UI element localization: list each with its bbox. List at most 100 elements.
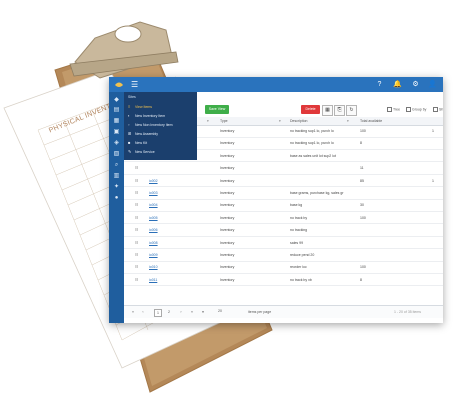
item-description: no track by xb <box>290 277 312 282</box>
item-name-link[interactable]: io002 <box>149 179 158 183</box>
table-row[interactable]: ☷ io009 Inventory reduce pend 20 <box>124 249 443 262</box>
item-name-link[interactable]: io006 <box>149 228 158 232</box>
table-row[interactable]: ☷ io006 Inventory no tracking <box>124 224 443 237</box>
menu-item-new-kit[interactable]: ■ New Kit <box>128 139 194 147</box>
table-row[interactable]: ☷ io008 Inventory sales 99 <box>124 237 443 250</box>
next-page-icon[interactable]: › <box>178 309 184 315</box>
hamburger-menu-icon[interactable]: ☰ <box>131 80 139 89</box>
item-type: Inventory <box>220 141 235 146</box>
row-menu-icon[interactable]: ☷ <box>135 278 139 282</box>
page-1-button[interactable]: 1 <box>154 309 162 317</box>
save-view-button[interactable]: Save View <box>205 105 229 114</box>
menu-item-label: New Assembly <box>135 132 158 136</box>
item-total-available: 8 <box>360 141 362 146</box>
row-menu-icon[interactable]: ☷ <box>135 241 139 245</box>
table-row[interactable]: ☷ io011 Inventory no track by xb 8 <box>124 274 443 287</box>
table-row[interactable]: ☷ io004 Inventory base kg 30 <box>124 199 443 212</box>
nav-items-icon[interactable]: ▦ <box>111 117 122 125</box>
item-type: Inventory <box>220 228 235 233</box>
row-menu-icon[interactable]: ☷ <box>135 265 139 269</box>
item-total-available: 100 <box>360 265 366 270</box>
item-name-link[interactable]: io009 <box>149 253 158 257</box>
menu-item-view-items[interactable]: ≡ View Items <box>128 103 194 111</box>
table-row[interactable]: ☷ io005 Inventory no track by 100 <box>124 212 443 225</box>
item-type: Inventory <box>220 153 235 158</box>
refresh-icon[interactable]: ↻ <box>346 105 357 116</box>
page-2-button[interactable]: 2 <box>166 309 172 315</box>
item-description: reduce pend 20 <box>290 253 315 257</box>
item-total-available: 30 <box>360 203 364 208</box>
menu-item-new-assembly[interactable]: ⊞ New Assembly <box>128 130 194 138</box>
copy-icon[interactable]: ⎘ <box>334 105 345 116</box>
item-total-available: 100 <box>360 129 366 133</box>
menu-item-new-inventory-item[interactable]: ▪ New Inventory Item <box>128 112 194 120</box>
tree-checkbox[interactable]: Tree <box>387 107 400 112</box>
cubes-icon: ▫ <box>128 122 130 127</box>
tree-label: Tree <box>393 107 401 112</box>
table-row[interactable]: ☷ io010 Inventory reorder loc 100 <box>124 261 443 274</box>
filter-icon[interactable]: ▾ <box>279 119 283 123</box>
nav-production-icon[interactable]: ◈ <box>111 139 122 147</box>
item-count: 1 - 20 of 35 items <box>394 309 422 314</box>
nav-users-icon[interactable]: ● <box>111 194 122 202</box>
filter-icon[interactable]: ▾ <box>207 119 211 123</box>
nav-search-icon[interactable]: ⌕ <box>111 161 122 169</box>
user-icon[interactable]: 👤 <box>428 80 437 89</box>
row-menu-icon[interactable]: ☷ <box>135 203 139 207</box>
column-header-type[interactable]: Type <box>220 119 228 123</box>
nav-reports-icon[interactable]: ▥ <box>111 172 122 180</box>
delete-button[interactable]: Delete <box>301 105 320 114</box>
export-excel-icon[interactable]: ▦ <box>322 105 333 116</box>
nav-shipping-icon[interactable]: ▧ <box>111 150 122 158</box>
last-page-icon[interactable]: » <box>189 309 195 315</box>
row-menu-icon[interactable]: ☷ <box>135 166 139 170</box>
app-logo-icon <box>115 82 123 87</box>
nav-sales-icon[interactable]: ▤ <box>111 106 122 114</box>
column-header-description[interactable]: Description <box>290 119 308 123</box>
top-bar: ☰ ? 🔔 ⚙ 👤 <box>109 77 443 92</box>
help-icon[interactable]: ? <box>375 80 384 89</box>
item-name-link[interactable]: io003 <box>149 191 158 195</box>
item-total-available: 11 <box>360 166 364 171</box>
item-extra-value: 1 <box>432 178 434 183</box>
item-name-link[interactable]: io004 <box>149 203 158 207</box>
menu-item-label: New Kit <box>135 141 148 145</box>
per-page-select[interactable]: 20 <box>218 309 222 313</box>
prev-page-icon[interactable]: ‹ <box>140 309 146 315</box>
row-menu-icon[interactable]: ☷ <box>135 228 139 232</box>
item-total-available: 85 <box>360 178 364 183</box>
row-menu-icon[interactable]: ☷ <box>135 253 139 257</box>
item-name-link[interactable]: io008 <box>149 241 158 245</box>
page-menu-icon[interactable]: ▾ <box>200 309 206 315</box>
item-name-link[interactable]: io011 <box>149 278 157 282</box>
nav-settings-icon[interactable]: ✦ <box>111 183 122 191</box>
row-menu-icon[interactable]: ☷ <box>135 191 139 195</box>
nav-purchases-icon[interactable]: ▣ <box>111 128 122 136</box>
row-menu-icon[interactable]: ☷ <box>135 216 139 220</box>
table-row[interactable]: ☷ io002 Inventory 85 1 <box>124 175 443 188</box>
menu-item-new-non-inventory-item[interactable]: ▫ New Non Inventory Item <box>128 121 194 129</box>
list-icon: ≡ <box>128 104 131 109</box>
item-name-link[interactable]: io010 <box>149 265 158 269</box>
bell-icon[interactable]: 🔔 <box>393 80 402 89</box>
table-row[interactable]: ☷ Inventory 11 <box>124 162 443 175</box>
show-checkbox[interactable]: Sh <box>433 107 443 112</box>
gear-icon[interactable]: ⚙ <box>411 80 420 89</box>
box-icon: ■ <box>128 140 131 145</box>
group-by-checkbox[interactable]: Group by <box>406 107 426 112</box>
item-description: base grams, purchase kg, sales gr <box>290 191 344 195</box>
item-type: Inventory <box>220 240 235 245</box>
row-menu-icon[interactable]: ☷ <box>135 179 139 183</box>
item-description: sales 99 <box>290 240 304 245</box>
inventory-app-window: ☰ ? 🔔 ⚙ 👤 ◆ ▤ ▦ ▣ ◈ ▧ ⌕ ▥ ✦ ● Sites ≡ Vie… <box>109 77 443 323</box>
item-name-link[interactable]: io005 <box>149 216 158 220</box>
table-row[interactable]: ☷ io003 Inventory base grams, purchase kg, … <box>124 187 443 200</box>
menu-item-new-service[interactable]: ✎ New Service <box>128 148 194 156</box>
filter-icon[interactable]: ▾ <box>347 119 351 123</box>
nav-home-icon[interactable]: ◆ <box>111 96 122 104</box>
item-type: Inventory <box>220 265 235 270</box>
item-total-available: 8 <box>360 277 362 282</box>
first-page-icon[interactable]: « <box>130 309 136 315</box>
column-header-total-available[interactable]: Total available <box>360 119 382 123</box>
item-type: Inventory <box>220 178 235 183</box>
